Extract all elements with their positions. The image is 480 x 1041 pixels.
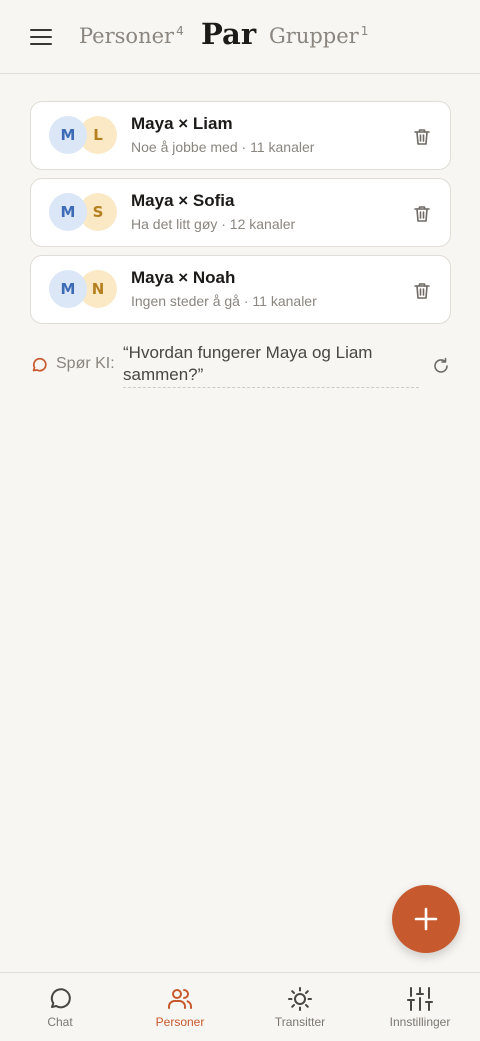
pair-card[interactable]: M N Maya × Noah Ingen steder å gå · 11 k… xyxy=(30,255,451,324)
nav-transitter-label: Transitter xyxy=(274,1015,326,1029)
plus-icon xyxy=(414,907,438,931)
nav-personer[interactable]: Personer xyxy=(120,973,240,1041)
refresh-icon xyxy=(434,357,448,373)
tab-par[interactable]: Par xyxy=(201,17,256,51)
tab-grupper-label: Grupper xyxy=(269,24,359,48)
avatar: M xyxy=(49,270,87,308)
tab-grupper[interactable]: Grupper 1 xyxy=(269,24,368,48)
menu-button[interactable] xyxy=(28,24,54,50)
trash-icon xyxy=(414,128,430,145)
people-icon xyxy=(168,989,193,1009)
pair-card[interactable]: M L Maya × Liam Noe å jobbe med · 11 kan… xyxy=(30,101,451,170)
pair-avatars: M S xyxy=(49,193,119,233)
sliders-icon xyxy=(407,987,433,1011)
tab-grupper-count: 1 xyxy=(360,24,369,38)
tab-par-label: Par xyxy=(201,17,257,51)
nav-transitter[interactable]: Transitter xyxy=(240,973,360,1041)
pair-title: Maya × Noah xyxy=(131,268,236,287)
hamburger-icon xyxy=(30,29,52,45)
avatar: M xyxy=(49,193,87,231)
ask-ai-row: Spør KI: “Hvordan fungerer Maya og Liam … xyxy=(30,342,451,392)
pair-subtitle: Ingen steder å gå · 11 kanaler xyxy=(131,293,317,309)
tab-personer[interactable]: Personer 4 xyxy=(79,24,184,48)
delete-pair-button[interactable] xyxy=(412,280,432,300)
trash-icon xyxy=(414,282,430,299)
ask-ai-question[interactable]: “Hvordan fungerer Maya og Liam sammen?” xyxy=(123,342,419,388)
pair-card[interactable]: M S Maya × Sofia Ha det litt gøy · 12 ka… xyxy=(30,178,451,247)
speech-bubble-icon xyxy=(32,357,47,372)
top-header: Personer 4 Par Grupper 1 xyxy=(0,0,480,74)
bottom-nav: Chat Personer Transitter Innstillinger xyxy=(0,972,480,1041)
trash-icon xyxy=(414,205,430,222)
pair-list: M L Maya × Liam Noe å jobbe med · 11 kan… xyxy=(30,101,451,332)
pair-title: Maya × Sofia xyxy=(131,191,235,210)
avatar: M xyxy=(49,116,87,154)
nav-chat[interactable]: Chat xyxy=(0,973,120,1041)
nav-personer-label: Personer xyxy=(155,1015,205,1029)
refresh-question-button[interactable] xyxy=(431,356,451,376)
delete-pair-button[interactable] xyxy=(412,203,432,223)
pair-avatars: M L xyxy=(49,116,119,156)
add-pair-button[interactable] xyxy=(392,885,460,953)
sun-icon xyxy=(288,987,312,1011)
nav-chat-label: Chat xyxy=(47,1015,73,1029)
chat-icon xyxy=(50,988,71,1009)
nav-innstillinger[interactable]: Innstillinger xyxy=(360,973,480,1041)
ask-ai-label: Spør KI: xyxy=(56,355,115,372)
pair-subtitle: Noe å jobbe med · 11 kanaler xyxy=(131,139,315,155)
pair-avatars: M N xyxy=(49,270,119,310)
pair-subtitle: Ha det litt gøy · 12 kanaler xyxy=(131,216,296,232)
delete-pair-button[interactable] xyxy=(412,126,432,146)
nav-innstillinger-label: Innstillinger xyxy=(389,1015,451,1029)
tab-personer-count: 4 xyxy=(176,24,184,38)
app-root: Personer 4 Par Grupper 1 M L Maya × Liam N… xyxy=(0,0,480,1041)
pair-title: Maya × Liam xyxy=(131,114,233,133)
tab-personer-label: Personer xyxy=(79,24,175,48)
